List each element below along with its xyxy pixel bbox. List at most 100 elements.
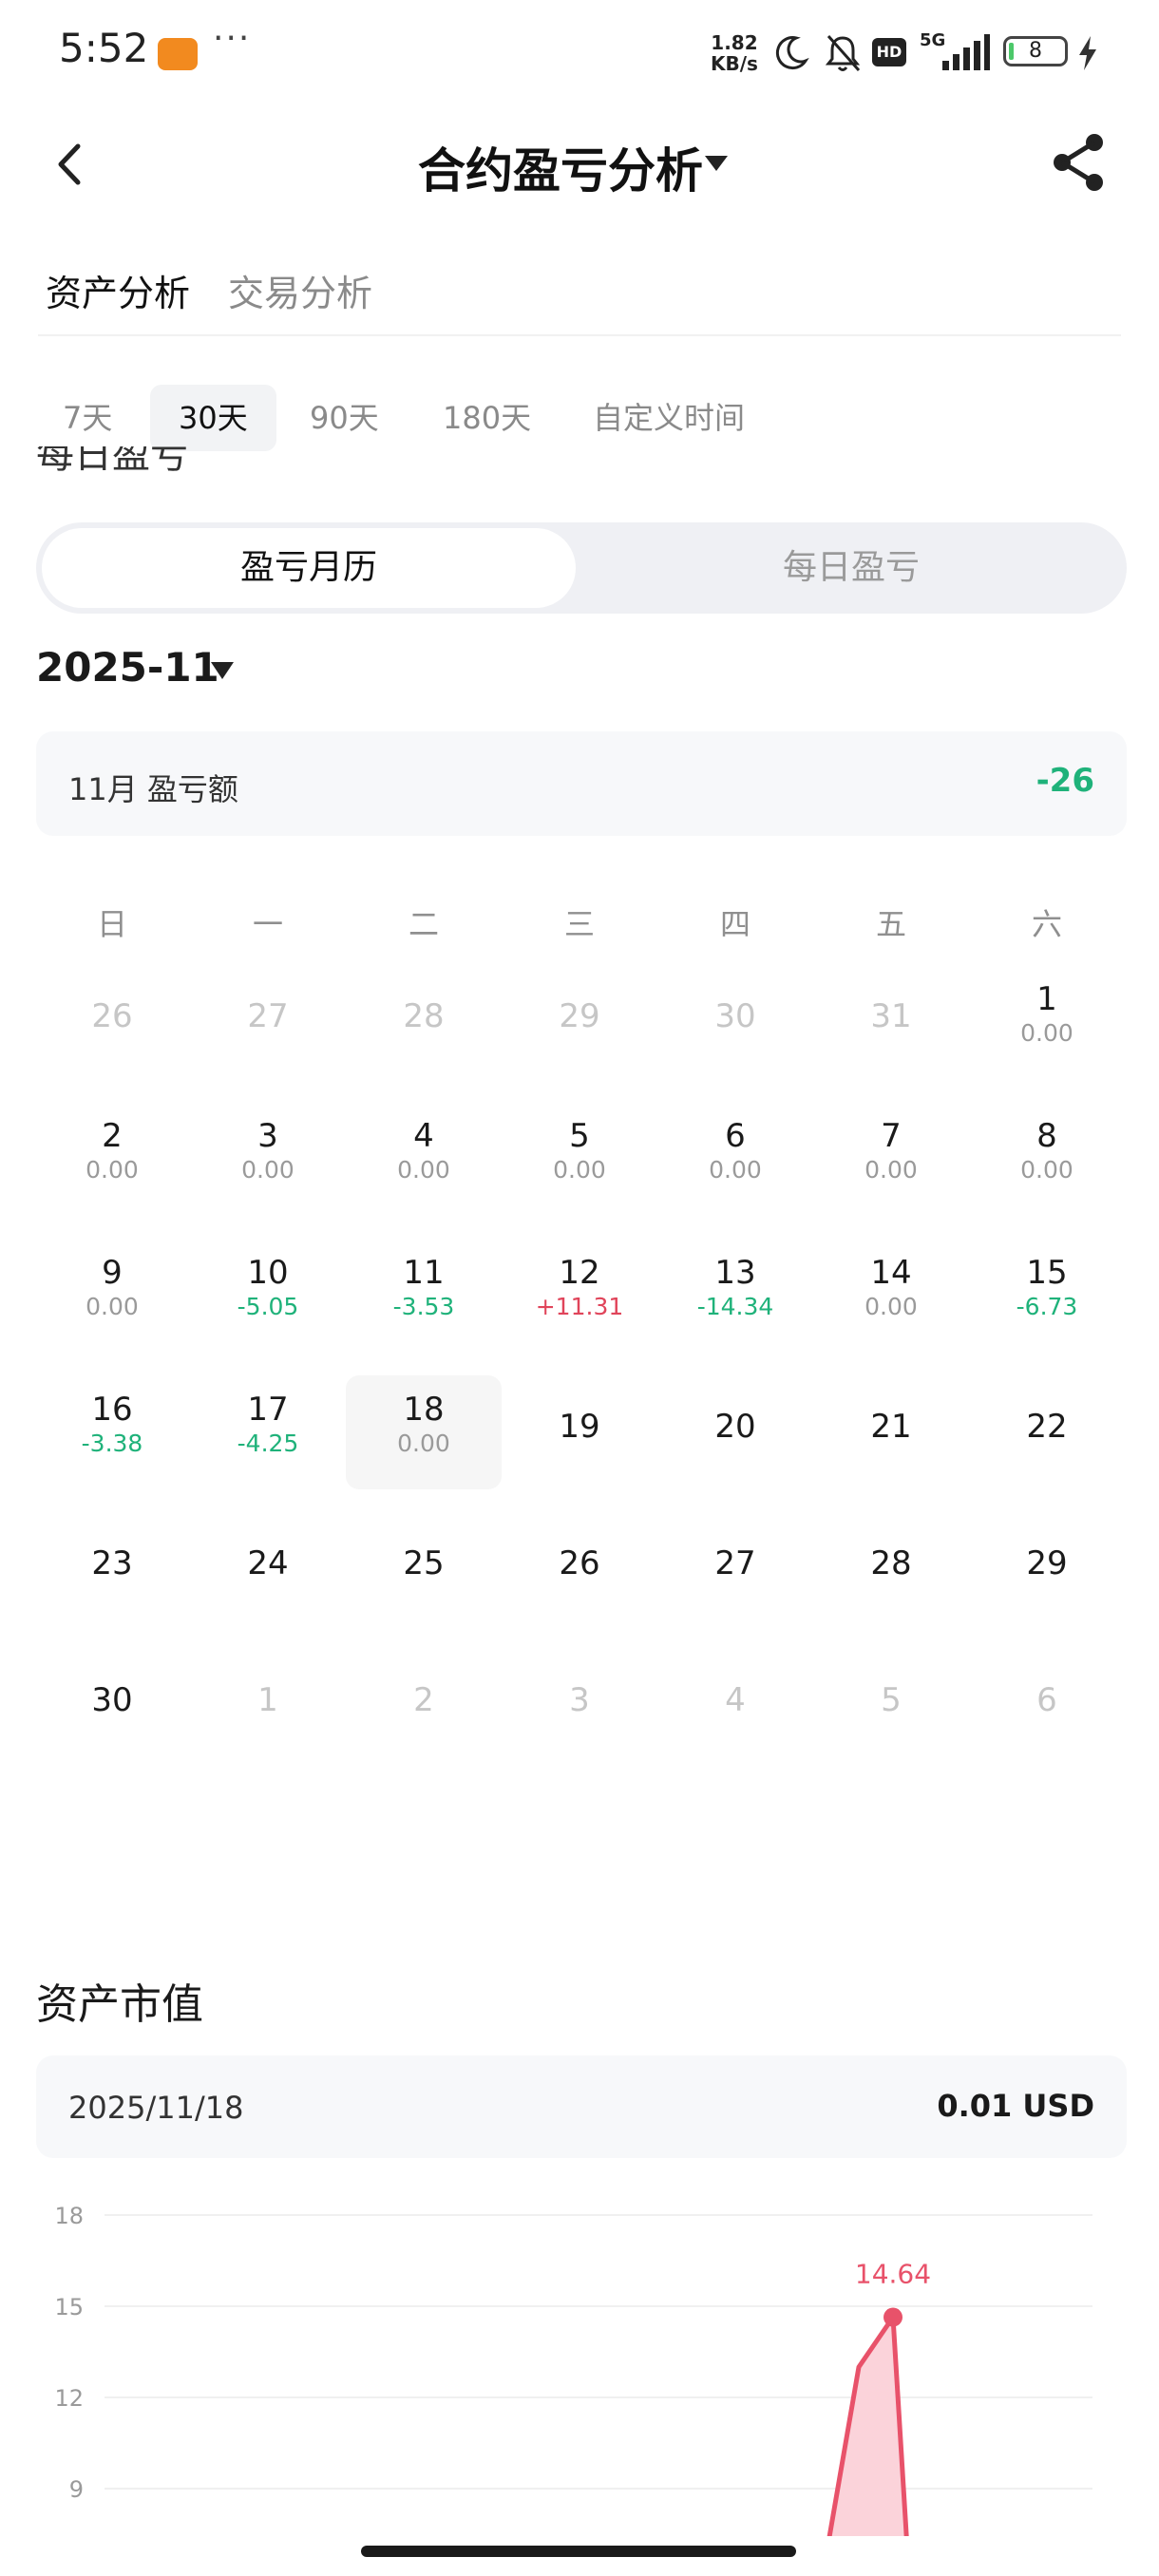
more-notifications-icon: ···	[213, 19, 252, 58]
chart-point[interactable]	[884, 2307, 902, 2327]
calendar-day: 26	[34, 997, 190, 1111]
calendar-day-number: 5	[569, 1117, 590, 1155]
battery-icon: 8	[1003, 36, 1068, 66]
page-title[interactable]: 合约盈亏分析	[418, 133, 703, 201]
share-button[interactable]	[1051, 133, 1108, 192]
calendar-day[interactable]: 22	[969, 1408, 1125, 1522]
calendar-day-number: 15	[1026, 1254, 1068, 1292]
caret-down-icon[interactable]	[211, 662, 234, 679]
calendar-day-number: 4	[725, 1681, 746, 1719]
caret-down-icon[interactable]	[705, 156, 728, 171]
calendar-day[interactable]: 29	[969, 1544, 1125, 1658]
calendar-day[interactable]: 3 0.00	[190, 1117, 346, 1231]
period-90d[interactable]: 90天	[281, 385, 408, 451]
weekday-label: 二	[408, 906, 439, 942]
calendar-day: 27	[190, 997, 346, 1111]
calendar-day[interactable]: 6 0.00	[657, 1117, 813, 1231]
chart-y-tick: 15	[54, 2294, 84, 2320]
period-180d[interactable]: 180天	[414, 385, 560, 451]
calendar-day[interactable]: 15 -6.73	[969, 1254, 1125, 1368]
status-time: 5:52	[59, 25, 149, 71]
calendar-day[interactable]: 16 -3.38	[34, 1391, 190, 1505]
home-indicator[interactable]	[361, 2546, 796, 2557]
calendar-day-number: 22	[1026, 1408, 1068, 1446]
calendar-day-number: 28	[870, 1544, 912, 1582]
calendar-day-number: 6	[725, 1117, 746, 1155]
period-custom[interactable]: 自定义时间	[564, 385, 773, 451]
tab-trade-analysis[interactable]: 交易分析	[228, 264, 372, 316]
calendar-day-number: 11	[403, 1254, 445, 1292]
calendar-day-number: 29	[559, 997, 600, 1035]
asset-value-card: 2025/11/18 0.01 USD	[36, 2055, 1127, 2158]
calendar-day[interactable]: 10 -5.05	[190, 1254, 346, 1368]
calendar-day[interactable]: 28	[813, 1544, 969, 1658]
calendar-day[interactable]: 24	[190, 1544, 346, 1658]
calendar-day-pnl: +11.31	[535, 1293, 624, 1320]
calendar-day-number: 9	[102, 1254, 123, 1292]
monthly-pnl-card: 11月 盈亏额 -26	[36, 731, 1127, 836]
tab-asset-analysis[interactable]: 资产分析	[46, 264, 190, 316]
calendar-day[interactable]: 19	[502, 1408, 657, 1522]
calendar-day-number: 10	[247, 1254, 289, 1292]
calendar-day: 4	[657, 1681, 813, 1795]
calendar-day-number: 6	[1036, 1681, 1057, 1719]
section-heading-daily-pnl: 每日盈亏	[36, 446, 188, 484]
moon-icon	[775, 36, 809, 70]
signal-icon	[942, 34, 990, 70]
calendar-day-pnl: 0.00	[864, 1293, 918, 1320]
calendar-day-pnl: 0.00	[241, 1156, 294, 1184]
calendar-day-number: 21	[870, 1408, 912, 1446]
calendar-day-number: 27	[714, 1544, 756, 1582]
calendar-day-number: 24	[247, 1544, 289, 1582]
back-button[interactable]	[48, 141, 95, 188]
asset-value-chart[interactable]: 18 15 12 9 14.64	[0, 2185, 1159, 2536]
calendar-day-number: 31	[870, 997, 912, 1035]
calendar-day[interactable]: 5 0.00	[502, 1117, 657, 1231]
calendar-day[interactable]: 25	[346, 1544, 502, 1658]
calendar-day[interactable]: 17 -4.25	[190, 1391, 346, 1505]
calendar-day: 3	[502, 1681, 657, 1795]
calendar-day[interactable]: 23	[34, 1544, 190, 1658]
calendar-day-pnl: -4.25	[237, 1430, 299, 1457]
calendar-day[interactable]: 9 0.00	[34, 1254, 190, 1368]
calendar-day[interactable]: 14 0.00	[813, 1254, 969, 1368]
calendar-day-pnl: -3.38	[81, 1430, 143, 1457]
calendar-day[interactable]: 20	[657, 1408, 813, 1522]
calendar-day[interactable]: 2 0.00	[34, 1117, 190, 1231]
calendar-day[interactable]: 1 0.00	[969, 980, 1125, 1094]
calendar-day-pnl: -14.34	[696, 1293, 774, 1320]
battery-level: 8	[1029, 39, 1042, 63]
calendar-day-number: 30	[91, 1681, 133, 1719]
month-picker[interactable]: 2025-11	[36, 644, 219, 691]
calendar-day[interactable]: 26	[502, 1544, 657, 1658]
toggle-calendar[interactable]: 盈亏月历	[42, 528, 576, 608]
calendar-day-number: 3	[569, 1681, 590, 1719]
calendar-day[interactable]: 8 0.00	[969, 1117, 1125, 1231]
monthly-pnl-label: 11月 盈亏额	[68, 771, 238, 807]
calendar-day[interactable]: 11 -3.53	[346, 1254, 502, 1368]
chart-y-tick: 18	[54, 2203, 84, 2229]
calendar-day[interactable]: 18 0.00	[346, 1375, 502, 1489]
section-heading-text: 每日盈亏	[36, 446, 188, 477]
calendar-day[interactable]: 30	[34, 1681, 190, 1795]
calendar-day[interactable]: 21	[813, 1408, 969, 1522]
period-7d[interactable]: 7天	[34, 385, 141, 451]
app-notification-icon	[158, 38, 198, 70]
calendar-day[interactable]: 13 -14.34	[657, 1254, 813, 1368]
calendar-day-pnl: -6.73	[1016, 1293, 1078, 1320]
calendar-day-number: 3	[257, 1117, 278, 1155]
calendar-day-number: 26	[559, 1544, 600, 1582]
weekday-label: 五	[875, 906, 906, 942]
calendar-day[interactable]: 27	[657, 1544, 813, 1658]
calendar-day-number: 8	[1036, 1117, 1057, 1155]
toggle-daily[interactable]: 每日盈亏	[581, 528, 1121, 608]
weekday-label: 日	[96, 906, 127, 942]
calendar-day[interactable]: 4 0.00	[346, 1117, 502, 1231]
period-30d[interactable]: 30天	[150, 385, 276, 451]
calendar-day-number: 19	[559, 1408, 600, 1446]
calendar-day[interactable]: 7 0.00	[813, 1117, 969, 1231]
calendar-day-number: 14	[870, 1254, 912, 1292]
calendar-day-number: 18	[403, 1391, 445, 1429]
calendar-day[interactable]: 12 +11.31	[502, 1254, 657, 1368]
calendar-day-number: 29	[1026, 1544, 1068, 1582]
